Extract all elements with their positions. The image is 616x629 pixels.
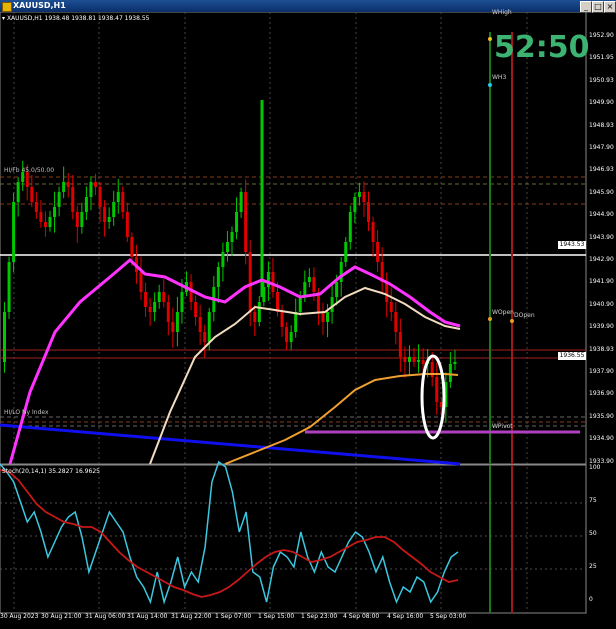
wh3-label: WH3 (492, 74, 507, 81)
window-title: XAUUSD,H1 (13, 1, 66, 10)
wpivot-label: WPivot (492, 423, 513, 430)
time-axis-label: 30 Aug 2023 (0, 613, 39, 620)
stoch-axis-label: 25 (589, 563, 597, 570)
left-mid-label: HI/LO Ny Index (4, 409, 49, 416)
window-titlebar[interactable]: XAUUSD,H1 _ □ × (0, 0, 616, 13)
chart-info-header: ▾ XAUUSD,H1 1938.48 1938.81 1938.47 1938… (2, 15, 149, 22)
stoch-pane (0, 464, 587, 614)
price-axis-label: 1951.95 (589, 54, 614, 62)
chart-info-text: XAUUSD,H1 1938.48 1938.81 1938.47 1938.5… (6, 15, 150, 22)
price-axis-label: 1948.93 (589, 121, 614, 129)
price-axis-label: 1939.90 (589, 323, 614, 331)
price-axis-label: 1935.90 (589, 412, 614, 420)
dropdown-arrow-icon[interactable]: ▾ (2, 15, 5, 22)
stoch-axis-label: 0 (589, 596, 593, 603)
wh3-dot (488, 83, 492, 87)
candle-countdown: 52:50 (494, 30, 590, 65)
time-axis-label: 1 Sep 15:00 (258, 613, 295, 620)
time-axis-label: 5 Sep 03:00 (430, 613, 467, 620)
price-axis-label: 1938.93 (589, 345, 614, 353)
chart-area[interactable]: ▾ XAUUSD,H1 1938.48 1938.81 1938.47 1938… (0, 9, 616, 625)
price-axis-label: 1941.90 (589, 278, 614, 286)
time-axis-label: 30 Aug 21:00 (41, 613, 82, 620)
price-axis-label: 1936.90 (589, 390, 614, 398)
time-axis-label: 4 Sep 16:00 (387, 613, 424, 620)
whigh-label: WHigh (492, 9, 512, 16)
price-axis-label: 1940.90 (589, 300, 614, 308)
price-axis-label: 1947.90 (589, 144, 614, 151)
price-axis-label: 1945.90 (589, 188, 614, 196)
stoch-axis-label: 50 (589, 530, 597, 537)
wopen-label: WOpen (492, 309, 514, 316)
time-axis-label: 4 Sep 08:00 (343, 613, 380, 620)
price-axis-label: 1944.90 (589, 211, 614, 219)
time-axis-label: 31 Aug 06:00 (85, 613, 126, 620)
time-axis-label: 1 Sep 07:00 (215, 613, 252, 620)
price-axis-label: 1946.93 (589, 166, 614, 174)
whigh-dot (488, 37, 492, 41)
left-top-label: HI/Fb 45.0/50.00 (4, 167, 55, 174)
price-axis-label: 1950.93 (589, 76, 614, 84)
time-axis-label: 1 Sep 23:00 (301, 613, 338, 620)
stoch-axis-label: 75 (589, 497, 597, 504)
current-price-tag: 1936.55 (558, 352, 586, 360)
price-axis-label: 1952.90 (589, 32, 614, 39)
dopen-dot (510, 319, 514, 323)
price-axis-label: 1949.90 (589, 99, 614, 107)
price-axis-label: 1943.90 (589, 233, 614, 241)
marker-price-tag: 1943.53 (558, 241, 586, 249)
time-axis-label: 31 Aug 14:00 (127, 613, 168, 620)
time-axis-label: 31 Aug 22:00 (171, 613, 212, 620)
stoch-header: Stoch(20,14,1) 35.2827 16.9625 (2, 468, 100, 475)
wopen-dot (488, 317, 492, 321)
stoch-axis-label: 100 (589, 464, 601, 471)
price-axis-label: 1937.90 (589, 368, 614, 375)
price-axis-label: 1934.90 (589, 435, 614, 443)
chart-window-icon (2, 2, 12, 12)
price-axis-label: 1942.90 (589, 256, 614, 263)
dopen-label: DOpen (514, 312, 535, 319)
